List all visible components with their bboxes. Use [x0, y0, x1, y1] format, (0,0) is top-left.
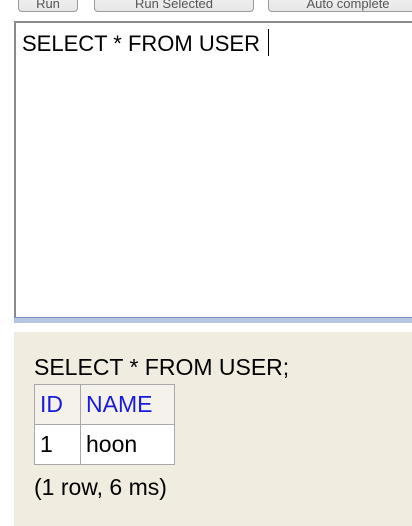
sql-editor-text: SELECT * FROM USER — [22, 31, 267, 56]
text-caret — [268, 29, 270, 56]
column-header-name[interactable]: NAME — [80, 384, 175, 425]
auto-complete-button[interactable]: Auto complete — [268, 0, 412, 12]
run-selected-button[interactable]: Run Selected — [94, 0, 254, 12]
cell-id: 1 — [34, 424, 81, 465]
column-header-id[interactable]: ID — [34, 384, 81, 425]
sql-editor[interactable]: SELECT * FROM USER — [14, 21, 412, 319]
cell-name: hoon — [80, 424, 175, 465]
toolbar: Run Run Selected Auto complete — [0, 0, 412, 20]
table-row: 1 hoon — [34, 424, 175, 465]
run-button[interactable]: Run — [18, 0, 78, 12]
table-header-row: ID NAME — [34, 384, 175, 425]
results-panel: SELECT * FROM USER; ID NAME 1 hoon (1 ro… — [14, 332, 412, 526]
results-table: ID NAME 1 hoon — [34, 384, 175, 465]
editor-splitter[interactable] — [14, 317, 412, 323]
row-count-summary: (1 row, 6 ms) — [34, 474, 167, 500]
executed-query: SELECT * FROM USER; — [34, 354, 290, 380]
